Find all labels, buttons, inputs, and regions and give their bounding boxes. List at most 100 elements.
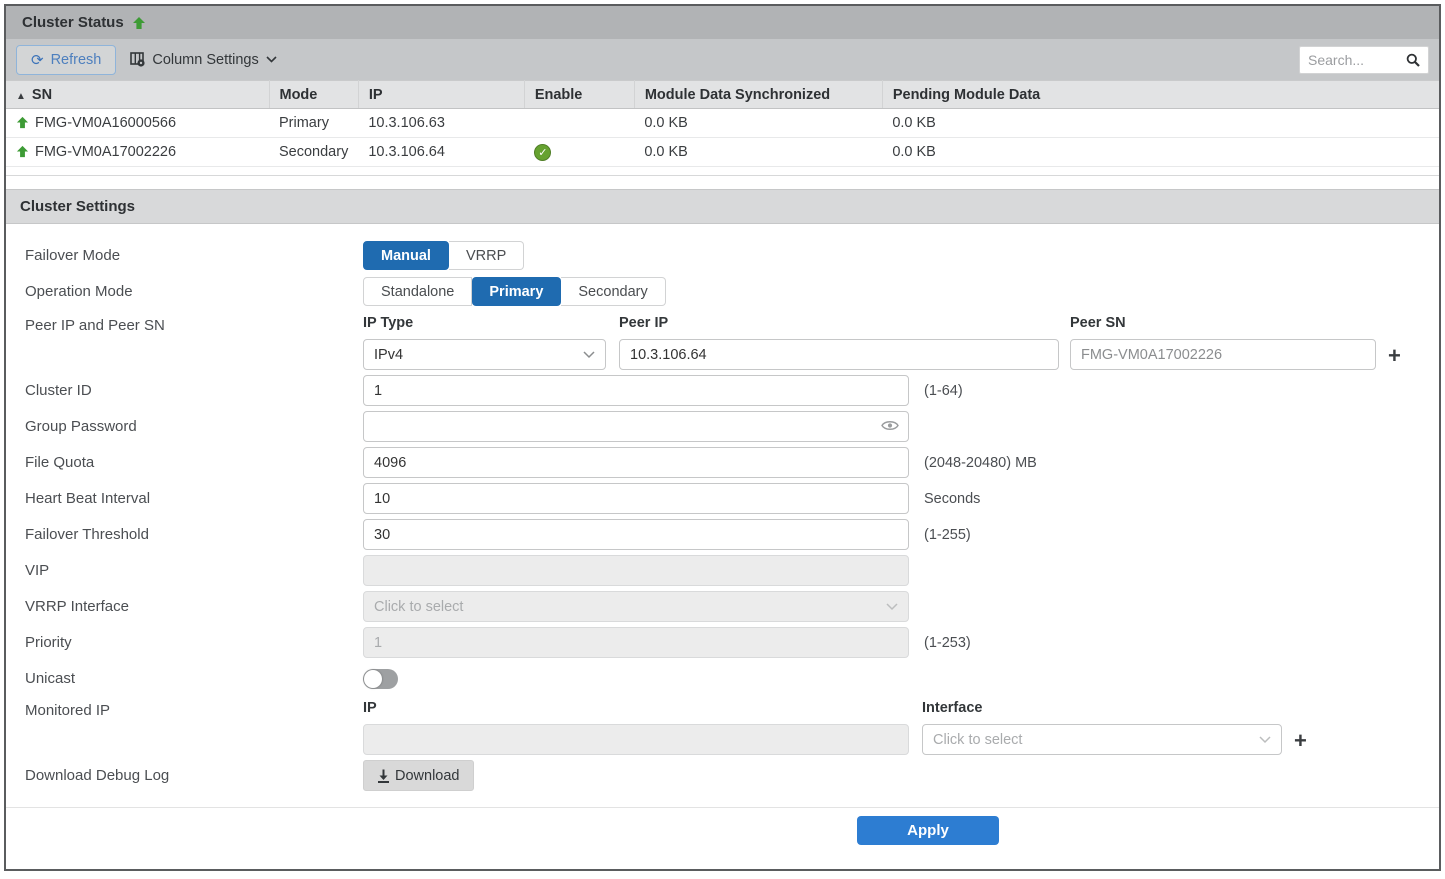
failover-threshold-row: Failover Threshold (1-255) <box>6 519 1439 550</box>
cluster-up-arrow-icon <box>132 16 146 30</box>
vrrp-interface-label: VRRP Interface <box>6 598 363 615</box>
failover-threshold-hint: (1-255) <box>924 527 971 543</box>
vrrp-interface-placeholder: Click to select <box>374 599 463 615</box>
cell-sn: FMG-VM0A17002226 <box>6 138 269 167</box>
cluster-id-hint: (1-64) <box>924 383 963 399</box>
table-footer <box>6 167 1439 176</box>
operation-mode-option-standalone[interactable]: Standalone <box>363 277 472 306</box>
peer-ip-label: Peer IP <box>619 315 1059 331</box>
operation-mode-row: Operation Mode Standalone Primary Second… <box>6 276 1439 307</box>
unicast-toggle[interactable] <box>363 669 398 689</box>
priority-hint: (1-253) <box>924 635 971 651</box>
download-debug-log-label: Download Debug Log <box>6 767 363 784</box>
download-button-label: Download <box>395 768 460 784</box>
priority-label: Priority <box>6 634 363 651</box>
ha-settings-panel: Cluster Status ⟳ Refresh Column Settings <box>4 4 1441 871</box>
vrrp-interface-select: Click to select <box>363 591 909 622</box>
failover-mode-row: Failover Mode Manual VRRP <box>6 240 1439 271</box>
heart-beat-interval-input[interactable] <box>363 483 909 514</box>
failover-mode-label: Failover Mode <box>6 247 363 264</box>
group-password-input[interactable] <box>363 411 909 442</box>
cell-enable <box>524 109 634 138</box>
file-quota-label: File Quota <box>6 454 363 471</box>
operation-mode-option-secondary[interactable]: Secondary <box>561 277 665 306</box>
monitored-ip-fields: IP Interface Click to select + <box>363 700 1307 755</box>
cluster-settings-form: Failover Mode Manual VRRP Operation Mode… <box>6 224 1439 845</box>
apply-button[interactable]: Apply <box>857 816 999 845</box>
column-header-pending-module-data[interactable]: Pending Module Data <box>882 81 1439 109</box>
download-debug-log-row: Download Debug Log Download <box>6 760 1439 791</box>
add-monitored-ip-button[interactable]: + <box>1294 730 1307 752</box>
ip-type-value: IPv4 <box>374 347 403 363</box>
column-header-enable[interactable]: Enable <box>524 81 634 109</box>
cell-module-data-synchronized: 0.0 KB <box>634 109 882 138</box>
operation-mode-option-primary[interactable]: Primary <box>472 277 561 306</box>
peer-sn-input[interactable] <box>1070 339 1376 370</box>
chevron-down-icon <box>1259 736 1271 744</box>
failover-threshold-label: Failover Threshold <box>6 526 363 543</box>
operation-mode-segment: Standalone Primary Secondary <box>363 277 666 306</box>
heart-beat-interval-label: Heart Beat Interval <box>6 490 363 507</box>
cell-mode: Primary <box>269 109 358 138</box>
failover-threshold-input[interactable] <box>363 519 909 550</box>
file-quota-input[interactable] <box>363 447 909 478</box>
cluster-status-title: Cluster Status <box>22 14 124 31</box>
column-header-ip[interactable]: IP <box>358 81 524 109</box>
ip-type-label: IP Type <box>363 315 606 331</box>
download-button[interactable]: Download <box>363 760 474 791</box>
vrrp-interface-row: VRRP Interface Click to select <box>6 591 1439 622</box>
chevron-down-icon <box>583 351 595 359</box>
column-header-sn[interactable]: ▲SN <box>6 81 269 109</box>
vip-row: VIP <box>6 555 1439 586</box>
chevron-down-icon <box>886 603 898 611</box>
search-input[interactable] <box>1308 52 1400 68</box>
show-password-eye-icon[interactable] <box>881 419 899 432</box>
unicast-row: Unicast <box>6 663 1439 694</box>
column-header-mode[interactable]: Mode <box>269 81 358 109</box>
cell-ip: 10.3.106.64 <box>358 138 524 167</box>
monitored-ip-interface-select[interactable]: Click to select <box>922 724 1282 755</box>
priority-input <box>363 627 909 658</box>
column-settings-button[interactable]: Column Settings <box>130 52 276 68</box>
cluster-id-row: Cluster ID (1-64) <box>6 375 1439 406</box>
unicast-label: Unicast <box>6 670 363 687</box>
cell-enable: ✓ <box>524 138 634 167</box>
search-box[interactable] <box>1299 46 1429 74</box>
sort-asc-icon: ▲ <box>16 91 26 102</box>
cluster-id-label: Cluster ID <box>6 382 363 399</box>
table-row[interactable]: FMG-VM0A17002226 Secondary 10.3.106.64 ✓… <box>6 138 1439 167</box>
monitored-ip-ip-label: IP <box>363 700 909 716</box>
column-header-module-data-synchronized[interactable]: Module Data Synchronized <box>634 81 882 109</box>
ip-type-select[interactable]: IPv4 <box>363 339 606 370</box>
group-password-row: Group Password <box>6 411 1439 442</box>
cell-ip: 10.3.106.63 <box>358 109 524 138</box>
file-quota-hint: (2048-20480) MB <box>924 455 1037 471</box>
cell-module-data-synchronized: 0.0 KB <box>634 138 882 167</box>
group-password-label: Group Password <box>6 418 363 435</box>
peer-row: Peer IP and Peer SN IP Type IPv4 Peer IP <box>6 315 1439 370</box>
monitored-ip-label: Monitored IP <box>6 700 363 719</box>
cluster-status-table: ▲SN Mode IP Enable Module Data Synchroni… <box>6 80 1439 167</box>
add-peer-button[interactable]: + <box>1388 345 1401 367</box>
peer-ip-input[interactable] <box>619 339 1059 370</box>
file-quota-row: File Quota (2048-20480) MB <box>6 447 1439 478</box>
refresh-button[interactable]: ⟳ Refresh <box>16 45 116 75</box>
search-icon[interactable] <box>1406 53 1420 67</box>
cell-pending-module-data: 0.0 KB <box>882 109 1439 138</box>
cluster-settings-title: Cluster Settings <box>20 198 135 215</box>
cluster-id-input[interactable] <box>363 375 909 406</box>
cell-pending-module-data: 0.0 KB <box>882 138 1439 167</box>
table-row[interactable]: FMG-VM0A16000566 Primary 10.3.106.63 0.0… <box>6 109 1439 138</box>
failover-mode-option-vrrp[interactable]: VRRP <box>449 241 524 270</box>
toggle-knob <box>364 670 382 688</box>
refresh-icon: ⟳ <box>31 51 44 69</box>
download-icon <box>377 769 390 783</box>
cluster-status-toolbar: ⟳ Refresh Column Settings <box>6 39 1439 80</box>
column-settings-icon <box>130 52 145 67</box>
peer-label: Peer IP and Peer SN <box>6 315 363 334</box>
failover-mode-option-manual[interactable]: Manual <box>363 241 449 270</box>
monitored-ip-interface-label: Interface <box>922 700 1282 716</box>
status-up-arrow-icon <box>16 116 29 129</box>
cluster-settings-header: Cluster Settings <box>6 189 1439 224</box>
vip-label: VIP <box>6 562 363 579</box>
